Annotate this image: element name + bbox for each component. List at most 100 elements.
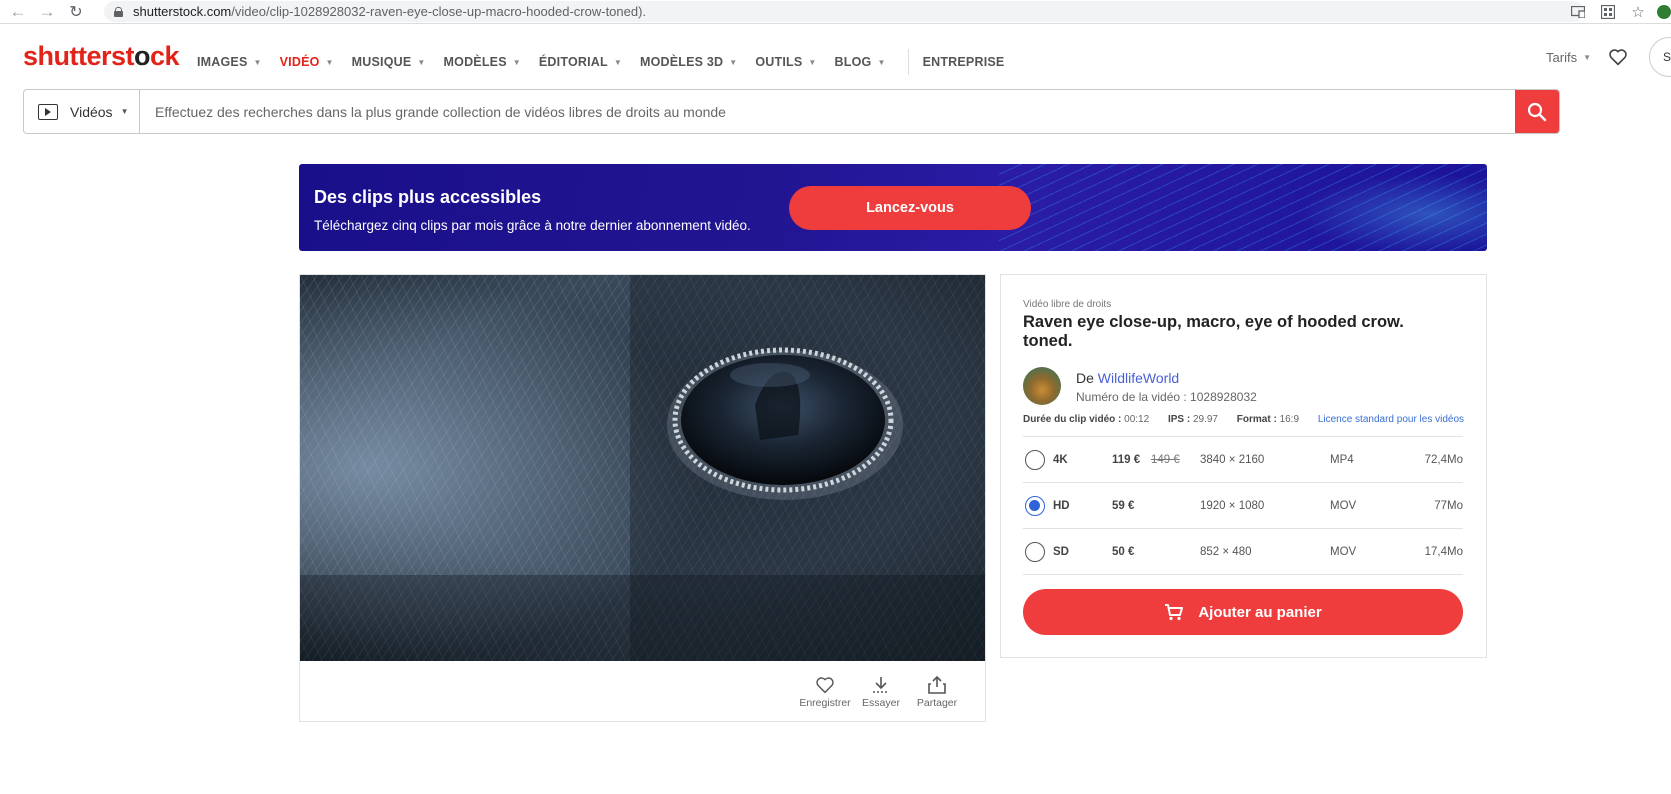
- cast-icon[interactable]: [1563, 0, 1593, 24]
- format-value: 16:9: [1279, 414, 1300, 425]
- fps-value: 29.97: [1192, 414, 1218, 425]
- pricing-label: Tarifs: [1546, 49, 1578, 65]
- search-icon: [1527, 102, 1547, 121]
- option-dimensions: 852 × 480: [1200, 545, 1252, 558]
- clip-meta: Durée du clip vidéo : 00:12 IPS : 29.97 …: [1023, 414, 1472, 425]
- radio-hd[interactable]: [1025, 495, 1045, 516]
- reload-icon[interactable]: ↻: [65, 1, 87, 23]
- fps-label: IPS :: [1167, 414, 1191, 425]
- chevron-down-icon: ▼: [877, 57, 886, 67]
- search-button[interactable]: [1515, 90, 1559, 133]
- nav-item-3d-models[interactable]: MODÈLES 3D ▼: [640, 55, 737, 69]
- nav-label: MUSIQUE: [351, 55, 412, 69]
- option-row-sd[interactable]: SD 50 € 852 × 480 MOV 17,4Mo: [1023, 529, 1463, 575]
- search-input[interactable]: [140, 90, 1515, 133]
- contributor-link[interactable]: WildlifeWorld: [1098, 370, 1179, 386]
- download-icon: [873, 677, 889, 693]
- nav-label: IMAGES: [197, 55, 248, 69]
- nav-item-blog[interactable]: BLOG ▼: [835, 55, 886, 69]
- clip-id: Numéro de la vidéo : 1028928032: [1076, 390, 1257, 404]
- banner-subtitle: Téléchargez cinq clips par mois grâce à …: [314, 218, 751, 233]
- url-text: shutterstock.com/video/clip-1028928032-r…: [133, 4, 646, 19]
- bookmark-star-icon[interactable]: ☆: [1623, 0, 1653, 24]
- duration-value: 00:12: [1124, 414, 1150, 425]
- contributor-avatar[interactable]: [1023, 367, 1061, 405]
- option-resolution: HD: [1053, 499, 1070, 512]
- nav-item-video[interactable]: VIDÉO ▼: [280, 55, 334, 69]
- promo-banner: Des clips plus accessibles Téléchargez c…: [299, 164, 1487, 251]
- share-button[interactable]: Partager: [909, 676, 965, 709]
- option-price: 50 €: [1112, 545, 1135, 558]
- option-row-hd[interactable]: HD 59 € 1920 × 1080 MOV 77Mo: [1023, 483, 1463, 529]
- clip-title: Raven eye close-up, macro, eye of hooded…: [1023, 313, 1404, 350]
- option-row-4k[interactable]: 4K 119 € 149 € 3840 × 2160 MP4 72,4Mo: [1023, 437, 1463, 483]
- nav-item-editorial[interactable]: ÉDITORIAL ▼: [539, 55, 622, 69]
- option-filesize: 77Mo: [1434, 499, 1463, 512]
- license-link[interactable]: Licence standard pour les vidéos: [1318, 414, 1464, 425]
- chevron-down-icon: ▼: [613, 57, 622, 67]
- signin-avatar-button[interactable]: S: [1649, 37, 1671, 77]
- nav-label: BLOG: [834, 55, 872, 69]
- add-to-cart-button[interactable]: Ajouter au panier: [1023, 589, 1463, 635]
- nav-item-music[interactable]: MUSIQUE ▼: [352, 55, 426, 69]
- nav-item-templates[interactable]: MODÈLES ▼: [444, 55, 521, 69]
- save-button[interactable]: Enregistrer: [797, 676, 853, 709]
- save-label: Enregistrer: [799, 697, 851, 709]
- share-label: Partager: [916, 697, 958, 709]
- video-card: Enregistrer Essayer Partager: [299, 274, 986, 722]
- url-host: shutterstock.com: [133, 4, 232, 19]
- option-format: MOV: [1330, 499, 1357, 512]
- nav-label: OUTILS: [755, 55, 803, 69]
- cart-icon: [1164, 603, 1184, 621]
- option-format: MP4: [1330, 453, 1354, 466]
- favorites-heart-icon[interactable]: [1607, 46, 1629, 68]
- search-type-label: Vidéos: [70, 103, 113, 120]
- nav-item-enterprise[interactable]: ENTREPRISE: [923, 55, 1005, 69]
- browser-toolbar: ← → ↻ shutterstock.com/video/clip-102892…: [0, 0, 1671, 24]
- video-play-icon: [38, 103, 58, 120]
- chevron-down-icon: ▼: [120, 107, 129, 116]
- back-icon[interactable]: ←: [7, 1, 29, 23]
- chevron-down-icon: ▼: [808, 57, 817, 67]
- video-actions: Enregistrer Essayer Partager: [797, 676, 965, 709]
- nav-label: MODÈLES 3D: [639, 55, 724, 69]
- banner-cta-button[interactable]: Lancez-vous: [789, 186, 1031, 230]
- nav-item-tools[interactable]: OUTILS ▼: [755, 55, 816, 69]
- address-bar[interactable]: shutterstock.com/video/clip-1028928032-r…: [104, 1, 1584, 22]
- resolution-options: 4K 119 € 149 € 3840 × 2160 MP4 72,4Mo HD…: [1023, 436, 1463, 575]
- chevron-down-icon: ▼: [325, 57, 334, 67]
- option-price: 59 €: [1112, 499, 1135, 512]
- heart-icon: [816, 677, 834, 694]
- radio-4k[interactable]: [1025, 449, 1045, 470]
- video-preview[interactable]: [300, 275, 985, 661]
- nav-label: ÉDITORIAL: [538, 55, 608, 69]
- chevron-down-icon: ▼: [729, 57, 738, 67]
- nav-label: VIDÉO: [279, 55, 320, 69]
- search-bar: Vidéos ▼: [23, 89, 1560, 134]
- option-dimensions: 1920 × 1080: [1200, 499, 1265, 512]
- clip-info-panel: Vidéo libre de droits Raven eye close-up…: [1000, 274, 1487, 658]
- option-old-price: 149 €: [1151, 453, 1180, 466]
- chevron-down-icon: ▼: [253, 57, 262, 67]
- profile-avatar-icon[interactable]: [1657, 5, 1671, 19]
- duration-label: Durée du clip vidéo :: [1023, 414, 1122, 425]
- option-filesize: 17,4Mo: [1424, 545, 1463, 558]
- search-type-dropdown[interactable]: Vidéos ▼: [24, 90, 140, 133]
- option-format: MOV: [1330, 545, 1357, 558]
- shutterstock-logo[interactable]: shutterstock: [23, 41, 180, 72]
- pricing-menu[interactable]: Tarifs ▼: [1546, 50, 1591, 65]
- extension-icon[interactable]: [1593, 0, 1623, 24]
- radio-sd[interactable]: [1025, 541, 1045, 562]
- chevron-down-icon: ▼: [512, 57, 521, 67]
- forward-icon[interactable]: →: [36, 1, 58, 23]
- main-nav: IMAGES ▼ VIDÉO ▼ MUSIQUE ▼ MODÈLES ▼ ÉDITORI…: [197, 49, 1022, 75]
- option-dimensions: 3840 × 2160: [1200, 453, 1265, 466]
- site-header: shutterstock IMAGES ▼ VIDÉO ▼ MUSIQUE ▼ MOD…: [0, 25, 1671, 87]
- url-path: /video/clip-1028928032-raven-eye-close-u…: [231, 4, 647, 19]
- nav-item-images[interactable]: IMAGES ▼: [197, 55, 262, 69]
- chevron-down-icon: ▼: [417, 57, 426, 67]
- royalty-free-label: Vidéo libre de droits: [1023, 299, 1112, 310]
- try-download-button[interactable]: Essayer: [853, 676, 909, 709]
- logo-text-end: ck: [150, 41, 180, 71]
- logo-text-o: o: [134, 41, 151, 71]
